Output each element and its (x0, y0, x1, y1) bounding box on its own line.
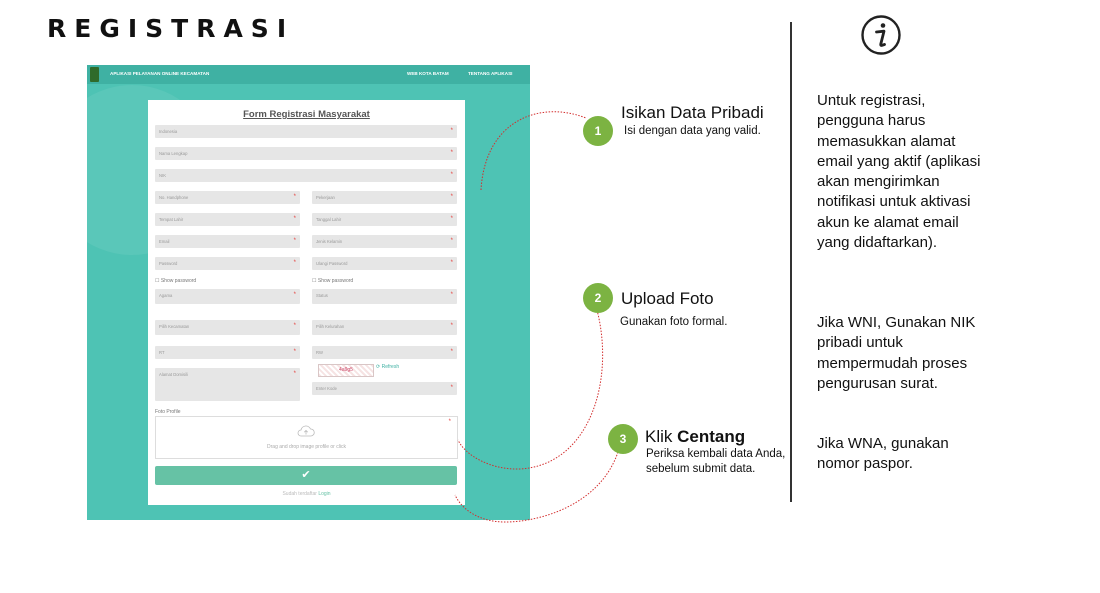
info-paragraph-email: Untuk registrasi, pengguna harus memasuk… (817, 92, 981, 252)
step-3-desc: Periksa kembali data Anda, sebelum submi… (646, 448, 786, 475)
step-2-number: 2 (583, 283, 613, 313)
vertical-divider (790, 22, 792, 502)
step-3-number: 3 (608, 424, 638, 454)
info-paragraph-wni: Jika WNI, Gunakan NIK pribadi untuk memp… (817, 314, 976, 392)
step-2-desc: Gunakan foto formal. (620, 316, 728, 328)
curve-step-1 (480, 111, 587, 191)
connector-curves (454, 111, 619, 523)
step-3-title-text: Klik (645, 427, 678, 446)
step-1-desc: Isi dengan data yang valid. (624, 125, 761, 137)
step-1-title: Isikan Data Pribadi (621, 103, 764, 123)
curve-step-2 (457, 309, 604, 470)
step-2-title: Upload Foto (621, 289, 714, 309)
info-paragraph-wna: Jika WNA, gunakan nomor paspor. (817, 435, 949, 473)
step-1-number: 1 (583, 116, 613, 146)
info-icon (861, 15, 901, 55)
step-3-title-bold: Centang (677, 427, 746, 446)
step-3-title: Klik Centang (645, 427, 745, 447)
step-2-title-text: Upload Foto (621, 289, 714, 308)
step-1-title-text: Isikan Data Pribadi (621, 103, 764, 122)
curve-step-3 (454, 451, 619, 523)
